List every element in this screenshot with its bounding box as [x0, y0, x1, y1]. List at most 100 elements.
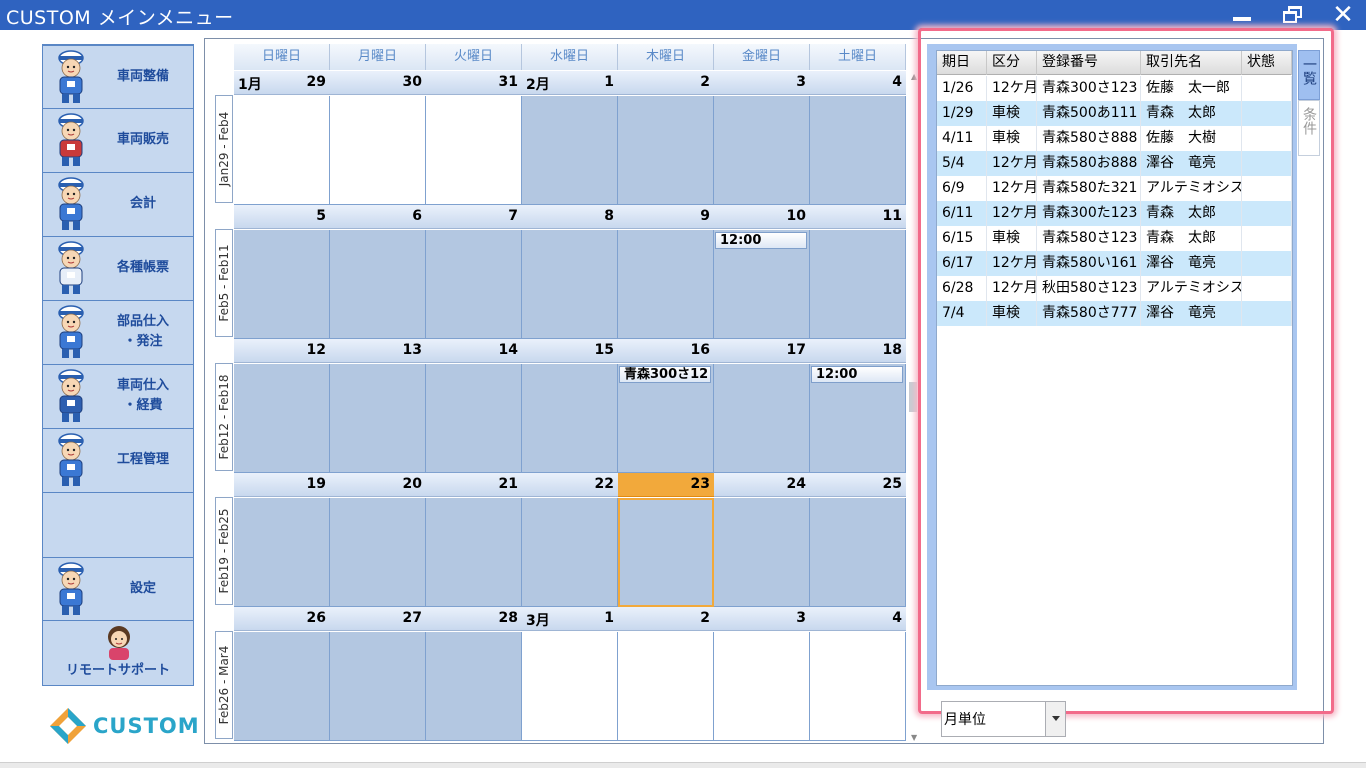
day-cell[interactable]: [234, 364, 330, 473]
day-cell[interactable]: [330, 632, 426, 741]
nav-button-remote-support[interactable]: リモートサポート: [43, 621, 193, 685]
nav-button-1[interactable]: 車両整備: [43, 45, 193, 109]
day-cell[interactable]: [234, 230, 330, 339]
day-cell[interactable]: [810, 498, 906, 607]
maximize-button[interactable]: [1268, 0, 1314, 30]
day-header[interactable]: 10: [714, 205, 810, 229]
day-header[interactable]: 30: [330, 71, 426, 95]
nav-button-settings[interactable]: 設定: [43, 557, 193, 621]
day-header[interactable]: 2月 1: [522, 71, 618, 95]
day-header[interactable]: 2: [618, 607, 714, 631]
day-header[interactable]: 19: [234, 473, 330, 497]
day-cell[interactable]: [618, 230, 714, 339]
chevron-down-icon[interactable]: [1045, 702, 1065, 736]
close-icon: ✕: [1332, 0, 1354, 30]
day-number: 14: [498, 342, 518, 358]
day-header[interactable]: 3月 1: [522, 607, 618, 631]
day-header[interactable]: 27: [330, 607, 426, 631]
day-cell[interactable]: 12:00: [714, 230, 810, 339]
day-cell[interactable]: [810, 230, 906, 339]
scroll-down-icon[interactable]: ▼: [911, 733, 917, 742]
day-header[interactable]: 14: [426, 339, 522, 363]
appointment[interactable]: 12:00: [811, 366, 903, 383]
day-header[interactable]: 3: [714, 607, 810, 631]
day-header[interactable]: 11: [810, 205, 906, 229]
day-header[interactable]: 17: [714, 339, 810, 363]
nav-button-4[interactable]: 各種帳票: [43, 237, 193, 301]
view-unit-select[interactable]: 月単位: [941, 701, 1066, 737]
day-cell[interactable]: [522, 230, 618, 339]
day-header[interactable]: 9: [618, 205, 714, 229]
nav-button-2[interactable]: 車両販売: [43, 109, 193, 173]
day-header[interactable]: 15: [522, 339, 618, 363]
day-cell[interactable]: [522, 498, 618, 607]
day-cell[interactable]: 青森300さ12: [618, 364, 714, 473]
day-cell[interactable]: [522, 364, 618, 473]
day-cell[interactable]: [714, 632, 810, 741]
day-cell[interactable]: [426, 364, 522, 473]
day-cell[interactable]: [810, 632, 906, 741]
day-cell[interactable]: [618, 498, 714, 607]
nav-label-line2: ・発注: [123, 334, 163, 349]
week-range-text: Feb19 - Feb25: [217, 508, 231, 594]
day-number: 18: [882, 342, 902, 358]
day-cell[interactable]: [426, 632, 522, 741]
day-cell[interactable]: [330, 498, 426, 607]
day-header[interactable]: 26: [234, 607, 330, 631]
day-header[interactable]: 8: [522, 205, 618, 229]
day-cell[interactable]: [618, 632, 714, 741]
day-header[interactable]: 31: [426, 71, 522, 95]
month-label: 1月: [238, 77, 262, 93]
day-header[interactable]: 1月 29: [234, 71, 330, 95]
day-cell[interactable]: [234, 96, 330, 205]
day-cell[interactable]: [234, 632, 330, 741]
day-cell[interactable]: [330, 364, 426, 473]
day-cell[interactable]: [810, 96, 906, 205]
day-header[interactable]: 16: [618, 339, 714, 363]
nav-button-7[interactable]: 工程管理: [43, 429, 193, 493]
scroll-up-icon[interactable]: ▲: [911, 72, 917, 81]
nav-button-3[interactable]: 会計: [43, 173, 193, 237]
day-header[interactable]: 2: [618, 71, 714, 95]
day-cell[interactable]: [522, 632, 618, 741]
day-header[interactable]: 21: [426, 473, 522, 497]
day-header[interactable]: 25: [810, 473, 906, 497]
day-header[interactable]: 7: [426, 205, 522, 229]
day-number: 26: [306, 610, 326, 626]
day-header[interactable]: 6: [330, 205, 426, 229]
day-cell[interactable]: [426, 498, 522, 607]
day-cell[interactable]: [714, 364, 810, 473]
close-button[interactable]: ✕: [1318, 0, 1364, 30]
appointment[interactable]: 12:00: [715, 232, 807, 249]
day-number: 6: [412, 208, 422, 224]
nav-button-6[interactable]: 車両仕入 ・経費: [43, 365, 193, 429]
day-header[interactable]: 4: [810, 607, 906, 631]
day-cell[interactable]: [330, 230, 426, 339]
day-cell[interactable]: [714, 498, 810, 607]
day-cell[interactable]: [522, 96, 618, 205]
day-cell[interactable]: [426, 96, 522, 205]
day-header[interactable]: 18: [810, 339, 906, 363]
day-header[interactable]: 24: [714, 473, 810, 497]
day-header[interactable]: 13: [330, 339, 426, 363]
car-sales-icon: [49, 111, 93, 169]
day-cell[interactable]: [714, 96, 810, 205]
splitter-handle[interactable]: [909, 382, 917, 412]
day-cell[interactable]: [330, 96, 426, 205]
day-header[interactable]: 20: [330, 473, 426, 497]
day-header[interactable]: 5: [234, 205, 330, 229]
day-cell[interactable]: 12:00: [810, 364, 906, 473]
nav-button-5[interactable]: 部品仕入 ・発注: [43, 301, 193, 365]
day-header[interactable]: 28: [426, 607, 522, 631]
day-header[interactable]: 23: [618, 473, 714, 497]
day-cell[interactable]: [234, 498, 330, 607]
day-cell[interactable]: [426, 230, 522, 339]
day-cell[interactable]: [618, 96, 714, 205]
appointment[interactable]: 青森300さ12: [619, 366, 711, 383]
minimize-button[interactable]: [1218, 0, 1264, 30]
day-header[interactable]: 3: [714, 71, 810, 95]
day-header[interactable]: 4: [810, 71, 906, 95]
day-header[interactable]: 22: [522, 473, 618, 497]
weekday-header: 木曜日: [618, 44, 714, 70]
day-header[interactable]: 12: [234, 339, 330, 363]
